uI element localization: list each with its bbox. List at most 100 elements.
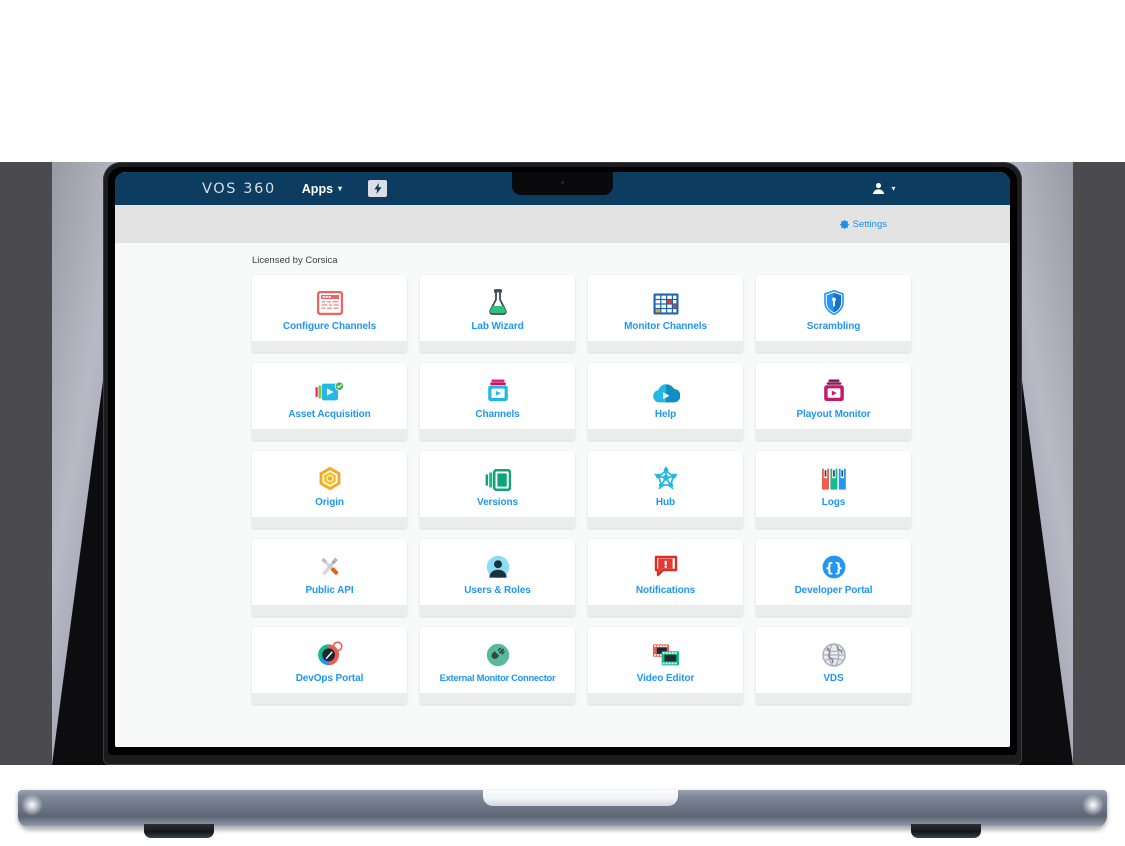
chevron-down-icon: ▾ xyxy=(338,184,343,193)
app-tile-label: Public API xyxy=(305,585,354,596)
lid-side-left xyxy=(0,162,52,765)
navbar-left-group: VOS 360 Apps ▾ xyxy=(115,180,388,197)
svg-text:{}: {} xyxy=(824,561,843,576)
base-lip-notch xyxy=(483,790,678,806)
logs-binders-icon xyxy=(821,451,847,493)
sub-toolbar: Settings xyxy=(115,205,1010,243)
laptop-mockup: VOS 360 Apps ▾ ▾ Settings Licensed by Co… xyxy=(0,0,1125,846)
app-tile-footer xyxy=(252,693,407,704)
camera-lens-icon xyxy=(561,181,564,184)
versions-icon xyxy=(485,451,511,493)
app-tile-footer xyxy=(252,429,407,440)
origin-hex-icon xyxy=(318,451,342,493)
app-tile-lab-wizard[interactable]: Lab Wizard xyxy=(420,275,575,352)
app-tile-scrambling[interactable]: Scrambling xyxy=(756,275,911,352)
app-tile-playout-monitor[interactable]: Playout Monitor xyxy=(756,363,911,440)
app-tile-label: VDS xyxy=(823,673,844,684)
app-tile-notifications[interactable]: Notifications xyxy=(588,539,743,616)
gear-icon xyxy=(839,219,849,229)
app-tile-footer xyxy=(756,429,911,440)
app-tile-external-monitor-connector[interactable]: External Monitor Connector xyxy=(420,627,575,704)
app-tile-developer-portal[interactable]: {} Developer Portal xyxy=(756,539,911,616)
app-tile-monitor-channels[interactable]: Monitor Channels xyxy=(588,275,743,352)
notifications-icon xyxy=(653,539,679,581)
app-tile-asset-acquisition[interactable]: Asset Acquisition xyxy=(252,363,407,440)
app-tile-label: Video Editor xyxy=(636,673,695,684)
app-tile-help[interactable]: Help xyxy=(588,363,743,440)
app-tile-label: Developer Portal xyxy=(794,585,873,596)
app-tile-footer xyxy=(756,693,911,704)
app-tile-footer xyxy=(420,517,575,528)
asset-acquisition-icon xyxy=(315,363,345,405)
nav-apps-menu[interactable]: Apps ▾ xyxy=(302,182,342,196)
help-cloud-icon xyxy=(652,363,680,405)
app-tile-label: Asset Acquisition xyxy=(288,409,371,420)
app-tile-footer xyxy=(420,429,575,440)
vds-globe-icon xyxy=(821,627,846,669)
app-tile-label: Origin xyxy=(315,497,344,508)
app-tile-label: Channels xyxy=(475,409,520,420)
external-monitor-connector-icon xyxy=(486,627,510,669)
app-tile-label: Configure Channels xyxy=(282,321,377,332)
app-tile-footer xyxy=(420,605,575,616)
public-api-tools-icon xyxy=(317,539,343,581)
app-tile-channels[interactable]: Channels xyxy=(420,363,575,440)
devops-portal-compass-icon xyxy=(317,627,343,669)
app-launcher-content: Licensed by Corsica Configure Channels L… xyxy=(115,243,1010,747)
lab-wizard-icon xyxy=(487,275,509,317)
app-tile-configure-channels[interactable]: Configure Channels xyxy=(252,275,407,352)
app-tile-label: Hub xyxy=(655,497,676,508)
app-tile-hub[interactable]: Hub xyxy=(588,451,743,528)
monitor-channels-icon xyxy=(653,275,679,317)
app-tile-label: Lab Wizard xyxy=(471,321,524,332)
developer-portal-braces-icon: {} xyxy=(822,539,846,581)
app-tile-label: DevOps Portal xyxy=(295,673,364,684)
licensed-by-label: Licensed by Corsica xyxy=(252,255,338,266)
app-tile-footer xyxy=(252,605,407,616)
app-tile-users-roles[interactable]: Users & Roles xyxy=(420,539,575,616)
user-chevron-down-icon: ▾ xyxy=(891,184,896,193)
video-editor-icon xyxy=(652,627,680,669)
laptop-base xyxy=(18,790,1107,838)
app-tile-label: Users & Roles xyxy=(464,585,531,596)
app-tile-label: Versions xyxy=(477,497,518,508)
app-tile-origin[interactable]: Origin xyxy=(252,451,407,528)
app-tile-footer xyxy=(420,693,575,704)
app-tile-label: Logs xyxy=(821,497,846,508)
bolt-icon xyxy=(373,183,382,194)
app-tile-label: Playout Monitor xyxy=(796,409,871,420)
base-highlight-right xyxy=(1082,794,1104,816)
app-tile-label: Monitor Channels xyxy=(624,321,707,332)
app-tile-logs[interactable]: Logs xyxy=(756,451,911,528)
app-tile-label: Scrambling xyxy=(806,321,861,332)
app-tile-footer xyxy=(588,517,743,528)
hub-network-icon xyxy=(653,451,679,493)
quick-actions-button[interactable] xyxy=(368,180,388,197)
screen: VOS 360 Apps ▾ ▾ Settings Licensed by Co… xyxy=(115,172,1010,747)
nav-apps-label: Apps xyxy=(301,181,334,196)
app-tile-footer xyxy=(588,341,743,352)
app-tile-footer xyxy=(252,517,407,528)
app-tile-label: External Monitor Connector xyxy=(439,672,556,683)
app-tile-footer xyxy=(756,341,911,352)
app-tile-footer xyxy=(588,429,743,440)
app-tile-versions[interactable]: Versions xyxy=(420,451,575,528)
app-grid: Configure Channels Lab Wizard Monitor Ch… xyxy=(252,275,1010,704)
app-tile-footer xyxy=(420,341,575,352)
app-tile-devops-portal[interactable]: DevOps Portal xyxy=(252,627,407,704)
app-tile-vds[interactable]: VDS xyxy=(756,627,911,704)
settings-button[interactable]: Settings xyxy=(839,218,887,230)
lid-side-right xyxy=(1073,162,1125,765)
channels-icon xyxy=(487,363,509,405)
users-roles-icon xyxy=(486,539,510,581)
app-tile-public-api[interactable]: Public API xyxy=(252,539,407,616)
navbar-user-menu[interactable]: ▾ xyxy=(758,182,1010,195)
scrambling-shield-icon xyxy=(823,275,844,317)
settings-label: Settings xyxy=(852,218,887,230)
configure-channels-icon xyxy=(316,275,343,317)
app-tile-video-editor[interactable]: Video Editor xyxy=(588,627,743,704)
camera-notch xyxy=(512,172,613,195)
app-tile-label: Notifications xyxy=(635,585,696,596)
laptop-foot-right xyxy=(911,824,981,838)
base-highlight-left xyxy=(21,794,43,816)
